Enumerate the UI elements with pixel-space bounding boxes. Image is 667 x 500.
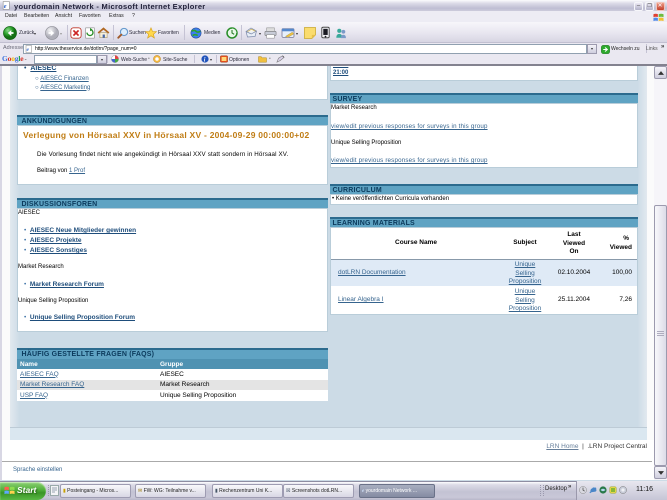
svg-text:e: e [4,3,7,10]
